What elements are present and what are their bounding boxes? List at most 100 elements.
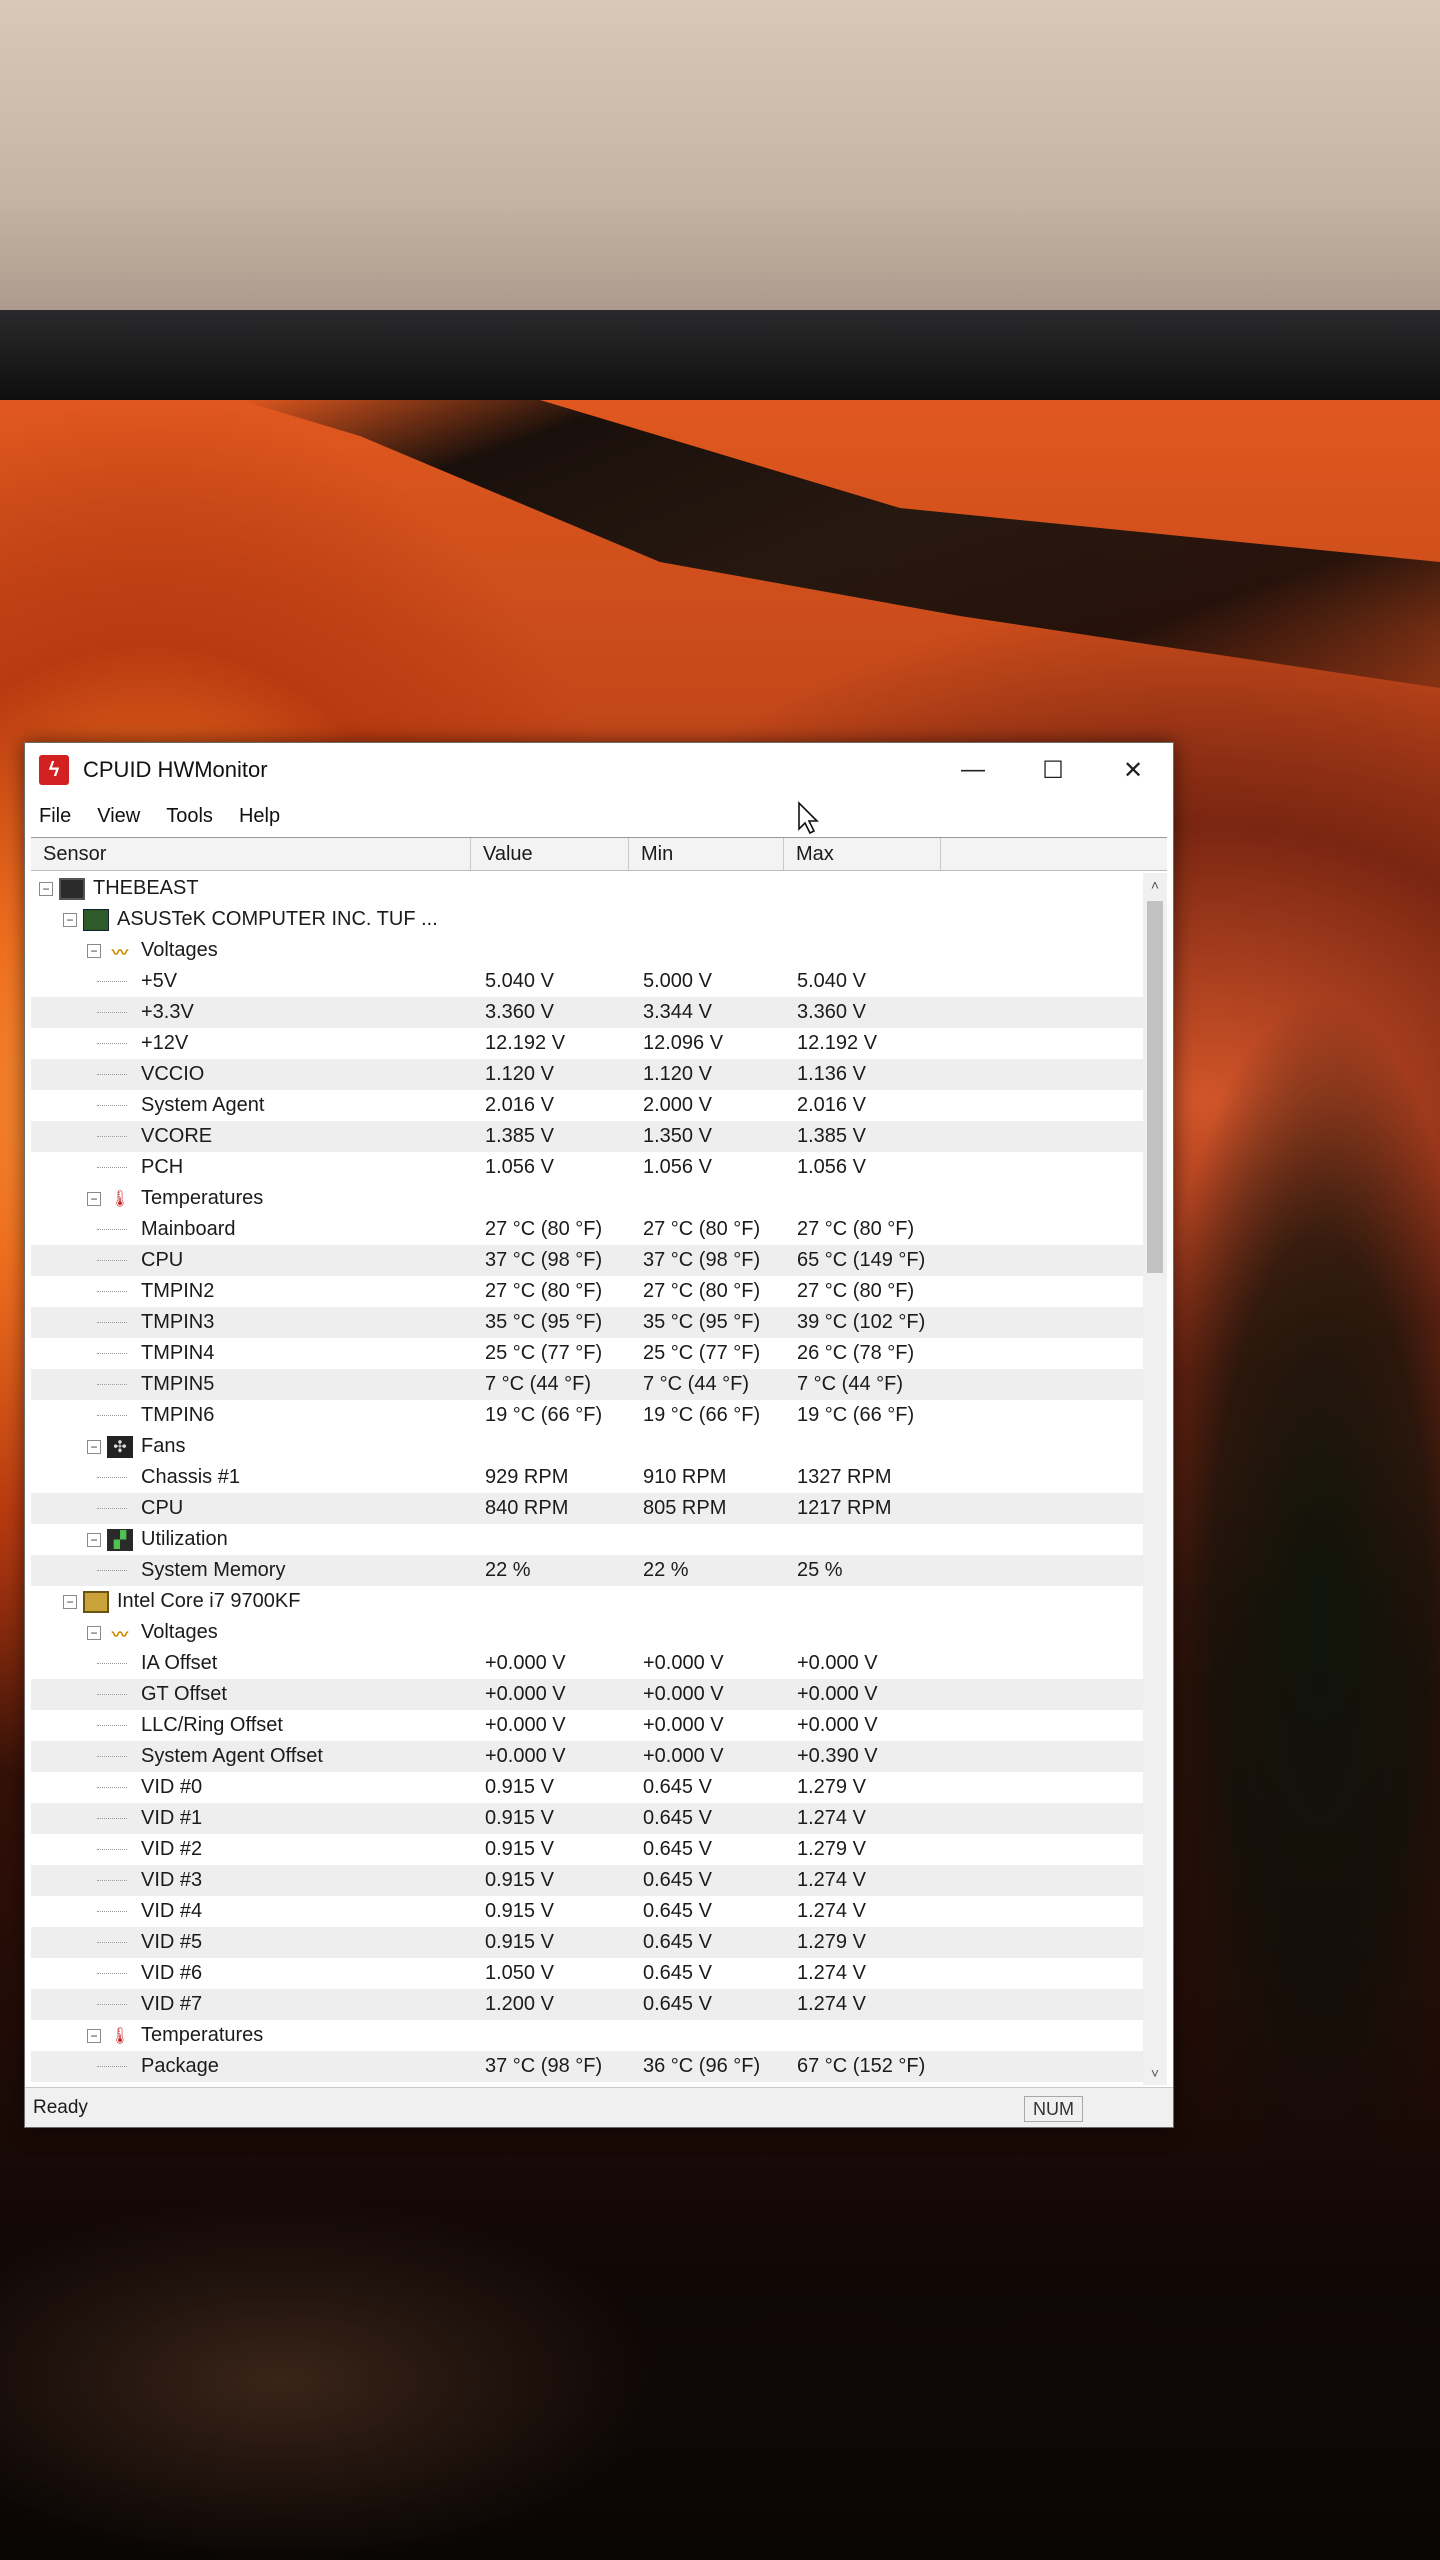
sensor-max: 1.136 V: [797, 1063, 866, 1085]
menu-file[interactable]: File: [39, 805, 71, 828]
collapse-toggle-icon[interactable]: −: [87, 943, 101, 958]
column-min[interactable]: Min: [629, 838, 784, 870]
collapse-toggle-icon[interactable]: −: [87, 1532, 101, 1547]
group-node[interactable]: − 〰 Voltages: [31, 935, 1143, 966]
maximize-button[interactable]: ☐: [1013, 743, 1093, 797]
sensor-name: VID #1: [141, 1807, 203, 1829]
sensor-row[interactable]: VID #3 0.915 V 0.645 V 1.274 V: [31, 1865, 1143, 1896]
sensor-row[interactable]: VCCIO 1.120 V 1.120 V 1.136 V: [31, 1059, 1143, 1090]
collapse-toggle-icon[interactable]: −: [87, 2028, 101, 2043]
sensor-row[interactable]: Package 37 °C (98 °F) 36 °C (96 °F) 67 °C (…: [31, 2051, 1143, 2082]
tree-label-cell: +12V: [31, 1028, 471, 1059]
vertical-scrollbar[interactable]: ˄ ˅: [1143, 873, 1167, 2085]
sensor-max: +0.000 V: [797, 1714, 878, 1736]
sensor-row[interactable]: GT Offset +0.000 V +0.000 V +0.000 V: [31, 1679, 1143, 1710]
sensor-row[interactable]: PCH 1.056 V 1.056 V 1.056 V: [31, 1152, 1143, 1183]
sensor-value: 1.056 V: [485, 1156, 554, 1178]
sensor-min: 0.645 V: [643, 1869, 712, 1891]
tree-connector: [97, 1818, 127, 1819]
tree-connector: [97, 1477, 127, 1478]
sensor-row[interactable]: TMPIN3 35 °C (95 °F) 35 °C (95 °F) 39 °C (1…: [31, 1307, 1143, 1338]
group-node[interactable]: − ▞ Utilization: [31, 1524, 1143, 1555]
sensor-row[interactable]: VID #6 1.050 V 0.645 V 1.274 V: [31, 1958, 1143, 1989]
sensor-row[interactable]: TMPIN2 27 °C (80 °F) 27 °C (80 °F) 27 °C (8…: [31, 1276, 1143, 1307]
sensor-row[interactable]: CPU 840 RPM 805 RPM 1217 RPM: [31, 1493, 1143, 1524]
group-node[interactable]: − 🌡 Temperatures: [31, 1183, 1143, 1214]
sensor-min: +0.000 V: [643, 1745, 724, 1767]
sensor-name: VID #6: [141, 1962, 203, 1984]
sensor-max: +0.000 V: [797, 1683, 878, 1705]
group-node[interactable]: − ✣ Fans: [31, 1431, 1143, 1462]
scroll-thumb[interactable]: [1147, 901, 1163, 1273]
scroll-up-icon[interactable]: ˄: [1143, 873, 1167, 897]
sensor-row[interactable]: VID #1 0.915 V 0.645 V 1.274 V: [31, 1803, 1143, 1834]
column-value[interactable]: Value: [471, 838, 629, 870]
sensor-max: 26 °C (78 °F): [797, 1342, 915, 1364]
tree-label-cell: Package: [31, 2051, 471, 2082]
sensor-row[interactable]: TMPIN5 7 °C (44 °F) 7 °C (44 °F) 7 °C (44 °…: [31, 1369, 1143, 1400]
sensor-row[interactable]: VID #5 0.915 V 0.645 V 1.279 V: [31, 1927, 1143, 1958]
sensor-min: 22 %: [643, 1559, 689, 1581]
sensor-row[interactable]: Chassis #1 929 RPM 910 RPM 1327 RPM: [31, 1462, 1143, 1493]
tree-label-cell: − ASUSTeK COMPUTER INC. TUF ...: [31, 904, 471, 935]
sensor-row[interactable]: IA Offset +0.000 V +0.000 V +0.000 V: [31, 1648, 1143, 1679]
sensor-row[interactable]: System Memory 22 % 22 % 25 %: [31, 1555, 1143, 1586]
group-node[interactable]: − 🌡 Temperatures: [31, 2020, 1143, 2051]
menu-view[interactable]: View: [97, 805, 140, 828]
collapse-toggle-icon[interactable]: −: [87, 1439, 101, 1454]
sensor-max: 65 °C (149 °F): [797, 1249, 926, 1271]
sensor-row[interactable]: VID #7 1.200 V 0.645 V 1.274 V: [31, 1989, 1143, 2020]
menu-help[interactable]: Help: [239, 805, 280, 828]
title-bar[interactable]: ϟ CPUID HWMonitor — ☐ ✕: [25, 743, 1173, 797]
root-node[interactable]: − THEBEAST: [31, 873, 1143, 904]
tree-label-cell: TMPIN4: [31, 1338, 471, 1369]
menu-tools[interactable]: Tools: [166, 805, 213, 828]
tree-connector: [97, 1384, 127, 1385]
tree-label-cell: +3.3V: [31, 997, 471, 1028]
sensor-max: 1.274 V: [797, 1807, 866, 1829]
scroll-down-icon[interactable]: ˅: [1143, 2061, 1167, 2085]
sensor-row[interactable]: System Agent Offset +0.000 V +0.000 V +0.39…: [31, 1741, 1143, 1772]
column-max[interactable]: Max: [784, 838, 941, 870]
sensor-row[interactable]: LLC/Ring Offset +0.000 V +0.000 V +0.000 V: [31, 1710, 1143, 1741]
collapse-toggle-icon[interactable]: −: [63, 912, 77, 927]
sensor-name: CPU: [141, 1497, 184, 1519]
collapse-toggle-icon[interactable]: −: [87, 1625, 101, 1640]
hwmonitor-window: ϟ CPUID HWMonitor — ☐ ✕ File View Tools …: [24, 742, 1174, 2128]
sensor-max: 1.274 V: [797, 1962, 866, 1984]
group-node[interactable]: − 〰 Voltages: [31, 1617, 1143, 1648]
tree-connector: [97, 1074, 127, 1075]
tree-label-cell: Mainboard: [31, 1214, 471, 1245]
sensor-name: VID #2: [141, 1838, 203, 1860]
sensor-value: 0.915 V: [485, 1869, 554, 1891]
device-node[interactable]: − Intel Core i7 9700KF: [31, 1586, 1143, 1617]
sensor-row[interactable]: VID #4 0.915 V 0.645 V 1.274 V: [31, 1896, 1143, 1927]
sensor-row[interactable]: +5V 5.040 V 5.000 V 5.040 V: [31, 966, 1143, 997]
sensor-row[interactable]: VID #2 0.915 V 0.645 V 1.279 V: [31, 1834, 1143, 1865]
minimize-button[interactable]: —: [933, 743, 1013, 797]
sensor-row[interactable]: TMPIN6 19 °C (66 °F) 19 °C (66 °F) 19 °C (6…: [31, 1400, 1143, 1431]
collapse-toggle-icon[interactable]: −: [63, 1594, 77, 1609]
sensor-max: 2.016 V: [797, 1094, 866, 1116]
close-button[interactable]: ✕: [1093, 743, 1173, 797]
sensor-tree[interactable]: − THEBEAST − ASUSTeK COMPUTER INC. TUF ... −…: [31, 873, 1143, 2085]
sensor-row[interactable]: Mainboard 27 °C (80 °F) 27 °C (80 °F) 27 °C…: [31, 1214, 1143, 1245]
tree-connector: [97, 1508, 127, 1509]
sensor-min: 0.645 V: [643, 1776, 712, 1798]
sensor-value: +0.000 V: [485, 1714, 566, 1736]
tree-connector: [97, 1043, 127, 1044]
sensor-value: 840 RPM: [485, 1497, 569, 1519]
column-sensor[interactable]: Sensor: [31, 838, 471, 870]
sensor-row[interactable]: +3.3V 3.360 V 3.344 V 3.360 V: [31, 997, 1143, 1028]
sensor-row[interactable]: VCORE 1.385 V 1.350 V 1.385 V: [31, 1121, 1143, 1152]
collapse-toggle-icon[interactable]: −: [39, 881, 53, 896]
device-node[interactable]: − ASUSTeK COMPUTER INC. TUF ...: [31, 904, 1143, 935]
sensor-row[interactable]: TMPIN4 25 °C (77 °F) 25 °C (77 °F) 26 °C (7…: [31, 1338, 1143, 1369]
sensor-row[interactable]: System Agent 2.016 V 2.000 V 2.016 V: [31, 1090, 1143, 1121]
sensor-name: +3.3V: [141, 1001, 194, 1023]
sensor-row[interactable]: VID #0 0.915 V 0.645 V 1.279 V: [31, 1772, 1143, 1803]
sensor-row[interactable]: CPU 37 °C (98 °F) 37 °C (98 °F) 65 °C (149 …: [31, 1245, 1143, 1276]
collapse-toggle-icon[interactable]: −: [87, 1191, 101, 1206]
sensor-row[interactable]: +12V 12.192 V 12.096 V 12.192 V: [31, 1028, 1143, 1059]
tree-label-cell: System Memory: [31, 1555, 471, 1586]
